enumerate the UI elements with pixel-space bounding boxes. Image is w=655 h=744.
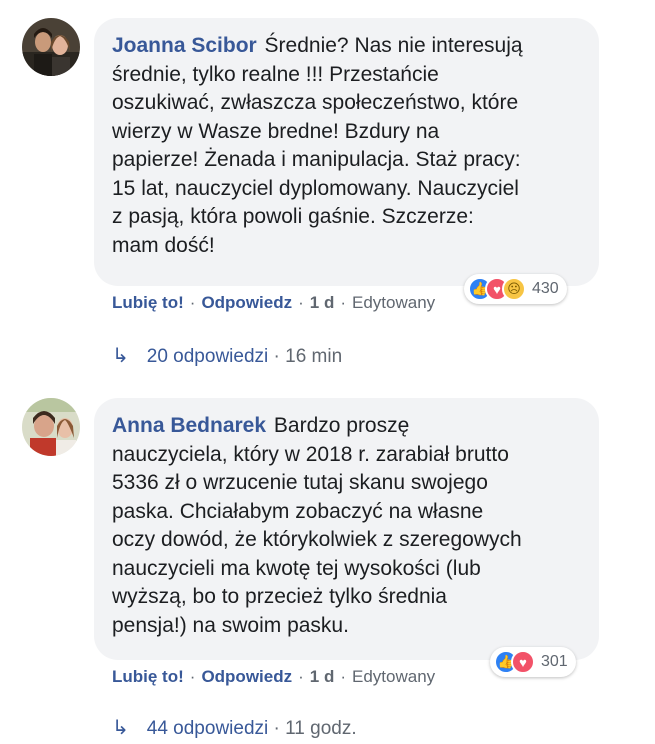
comment-text-line: papierze! Żenada i manipulacja. Staż pra…	[112, 148, 521, 171]
reply-arrow-icon: ↳	[112, 717, 129, 739]
comment-text-line: nauczyciela, który w 2018 r. zarabiał br…	[112, 442, 509, 466]
reactions-summary[interactable]: 👍 ♥ ☹ 430	[464, 274, 567, 304]
replies-time: 11 godz.	[285, 718, 357, 739]
comment-text-line: mam dość!	[112, 233, 215, 257]
comment-text-line: oszukiwać, zwłaszcza społeczeństwo, któr…	[112, 91, 519, 114]
separator: ·	[189, 293, 196, 312]
comment-text-line: pensja!) na swoim pasku.	[112, 613, 349, 637]
edited-label[interactable]: Edytowany	[352, 667, 435, 686]
view-replies-link[interactable]: ↳ 44 odpowiedzi · 11 godz.	[112, 715, 357, 740]
comment-text-line: wyższą, bo to przecież tylko średnia	[112, 585, 447, 608]
comment-text-line: paska. Chciałabym zobaczyć na własne	[112, 499, 484, 523]
comment-actions: Lubię to! · Odpowiedz · 1 d · Edytowany	[112, 667, 435, 687]
comment-time[interactable]: 1 d	[310, 667, 335, 686]
love-icon: ♥	[511, 650, 535, 674]
comment-text-line: wierzy w Wasze bredne! Bzdury na	[112, 119, 440, 143]
separator: ·	[273, 718, 280, 739]
comment-text-line: 15 lat, nauczyciel dyplomowany. Nauczyci…	[112, 176, 519, 200]
comment-author[interactable]: Joanna Scibor	[112, 34, 257, 57]
replies-count[interactable]: 20 odpowiedzi	[147, 346, 268, 367]
comment-text-line: średnie, tylko realne !!! Przestańcie	[112, 62, 439, 86]
replies-time: 16 min	[285, 346, 343, 367]
reaction-count: 430	[532, 280, 559, 297]
separator: ·	[273, 346, 280, 367]
reply-link[interactable]: Odpowiedz	[201, 293, 292, 312]
edited-label[interactable]: Edytowany	[352, 293, 435, 312]
view-replies-link[interactable]: ↳ 20 odpowiedzi · 16 min	[112, 343, 342, 368]
reply-link[interactable]: Odpowiedz	[201, 667, 292, 686]
replies-count[interactable]: 44 odpowiedzi	[147, 718, 268, 739]
comment-text-line: Bardzo proszę	[273, 414, 410, 437]
like-link[interactable]: Lubię to!	[112, 667, 184, 686]
separator: ·	[189, 667, 196, 686]
comment-bubble: Anna Bednarek Bardzo proszę nauczyciela,…	[94, 398, 599, 660]
comment-bubble: Joanna Scibor Średnie? Nas nie interesuj…	[94, 18, 599, 286]
comment-text-line: z pasją, która powoli gaśnie. Szczerze:	[112, 205, 474, 228]
like-link[interactable]: Lubię to!	[112, 293, 184, 312]
separator: ·	[340, 293, 347, 312]
avatar[interactable]	[22, 398, 80, 456]
comment-author[interactable]: Anna Bednarek	[112, 414, 266, 437]
avatar[interactable]	[22, 18, 80, 76]
comment-time[interactable]: 1 d	[310, 293, 335, 312]
separator: ·	[298, 667, 304, 686]
reaction-count: 301	[541, 653, 568, 670]
sad-icon: ☹	[502, 277, 526, 301]
comment-text-line: 5336 zł o wrzucenie tutaj skanu swojego	[112, 471, 488, 494]
separator: ·	[298, 293, 304, 312]
reactions-summary[interactable]: 👍 ♥ 301	[490, 647, 576, 677]
separator: ·	[340, 667, 347, 686]
comment-actions: Lubię to! · Odpowiedz · 1 d · Edytowany	[112, 293, 435, 313]
comment-text-line: oczy dowód, że którykolwiek z szeregowyc…	[112, 528, 522, 551]
reply-arrow-icon: ↳	[112, 345, 129, 367]
comment-text-line: nauczycieli ma kwotę tej wysokości (lub	[112, 556, 481, 580]
comment-text-line: Średnie? Nas nie interesują	[264, 34, 523, 57]
